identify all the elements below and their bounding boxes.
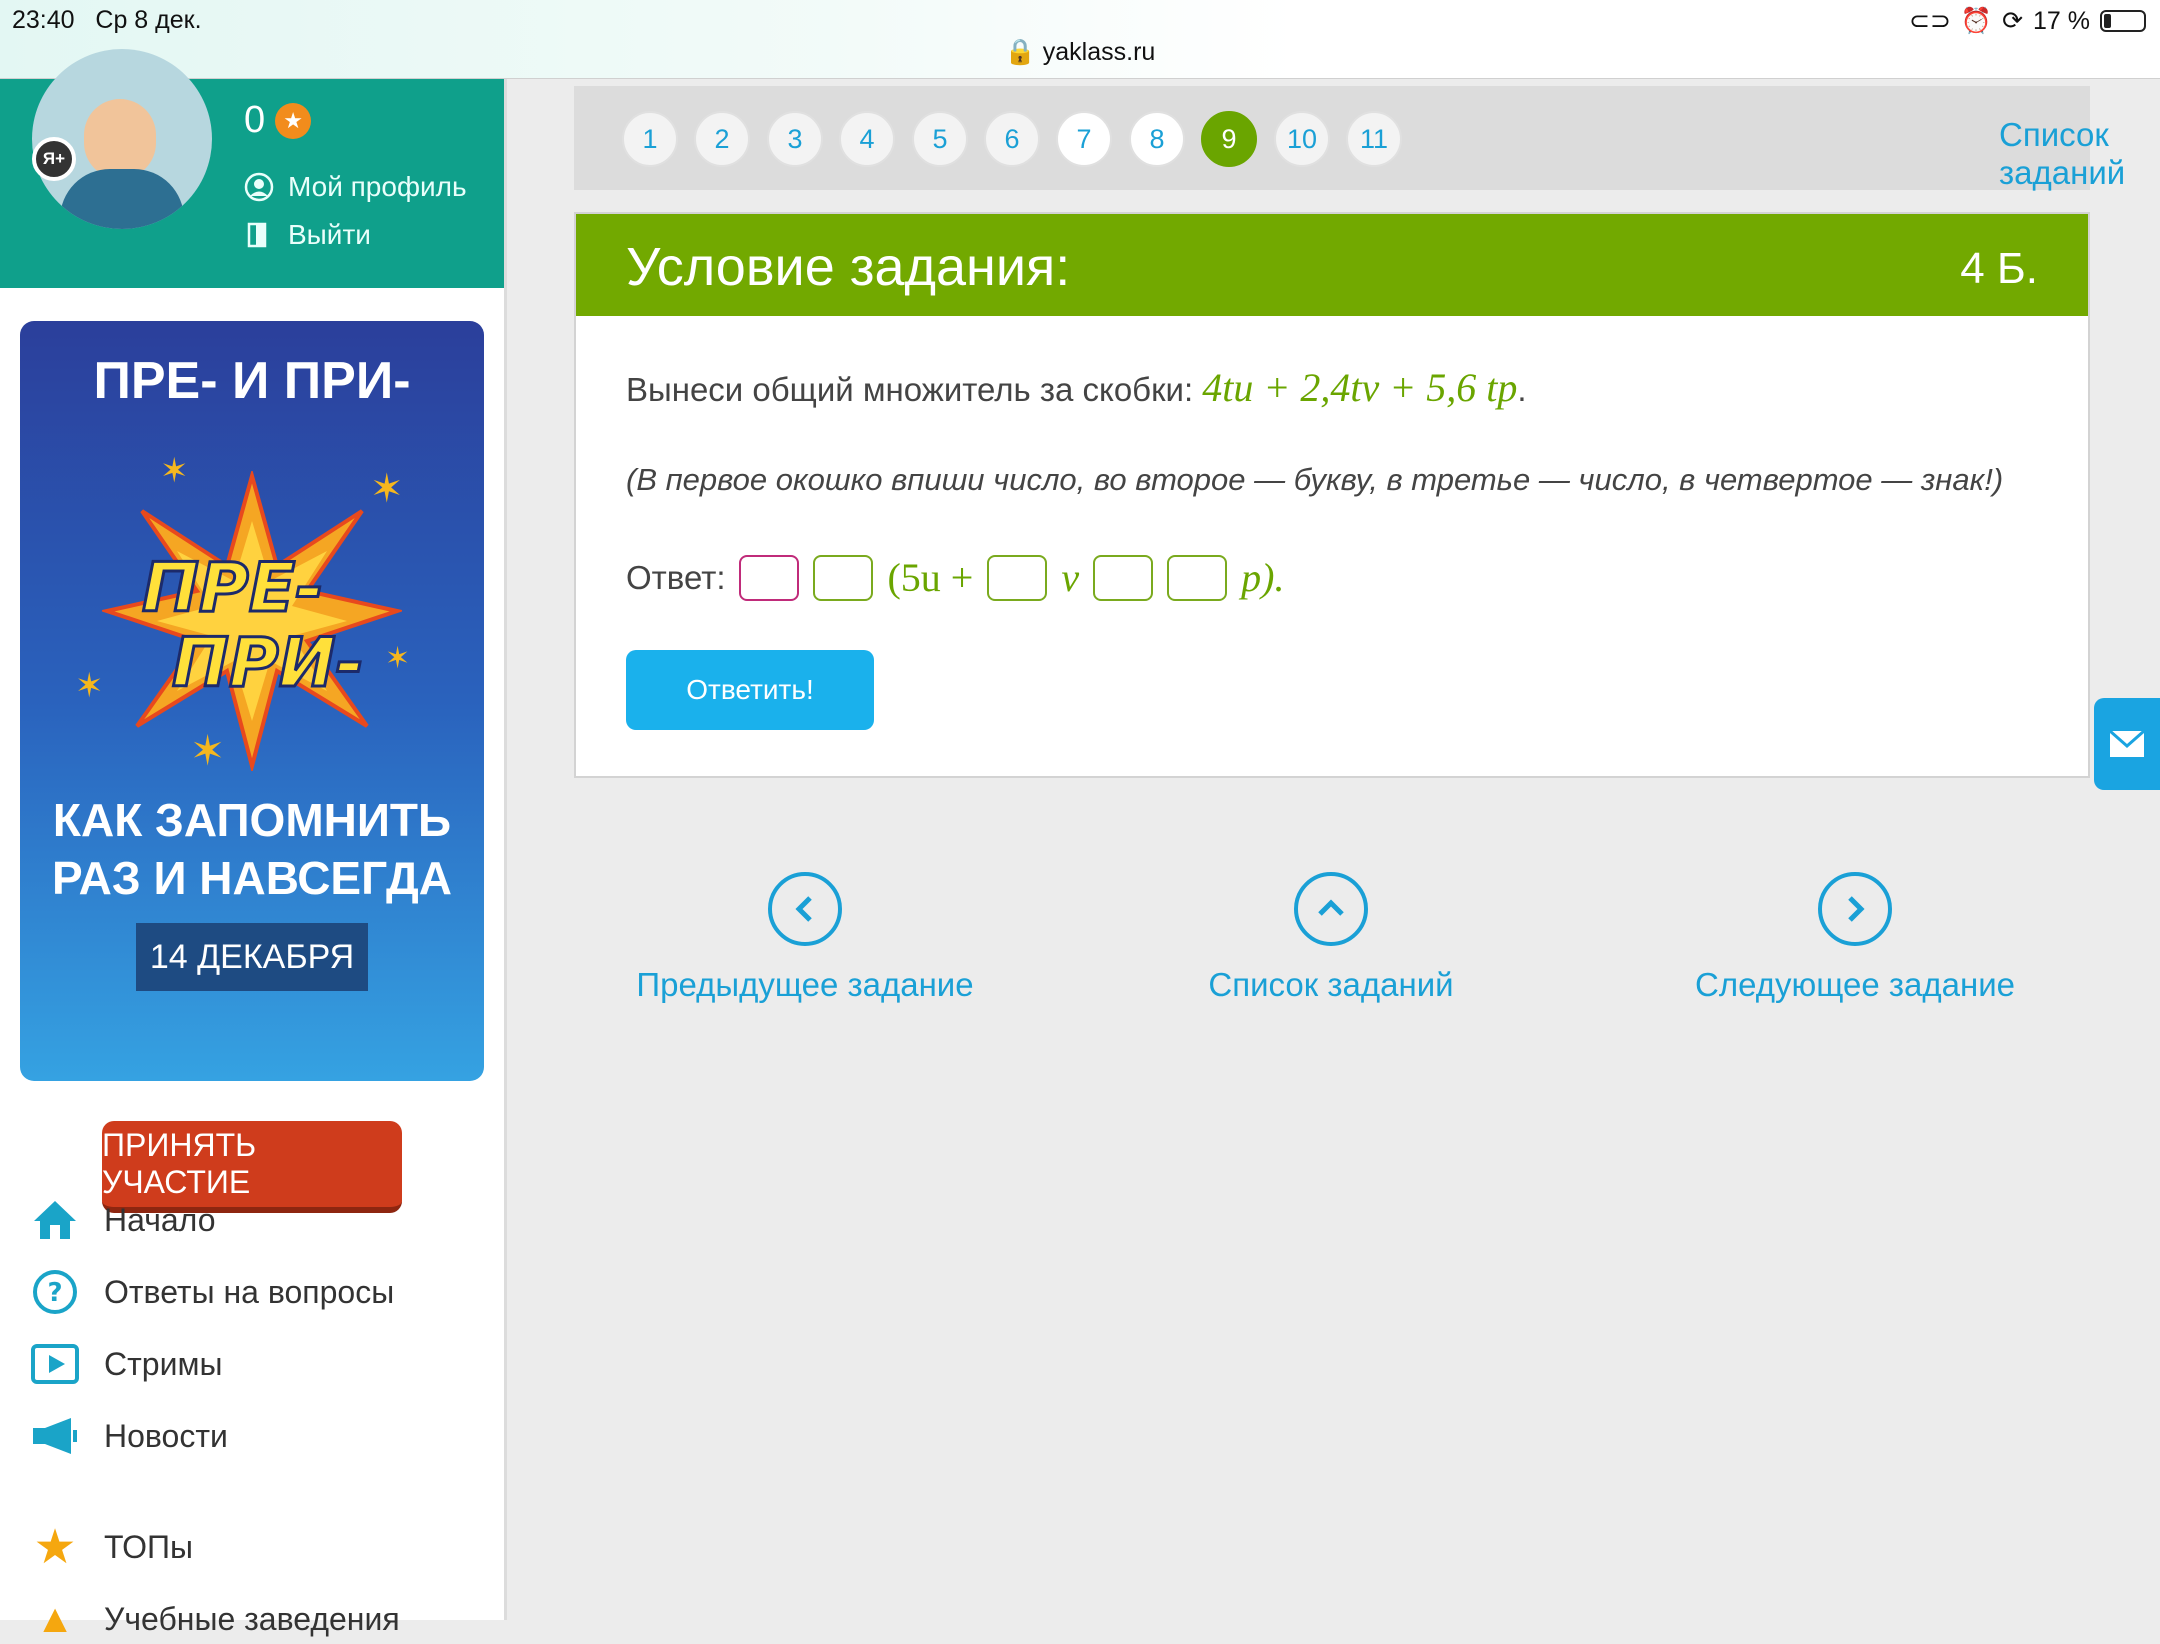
nav-item-home[interactable]: Начало [30, 1195, 216, 1245]
comic-burst-graphic: ПРЕ- ПРИ- [102, 471, 402, 771]
task-score: 4 Б. [1960, 244, 2038, 293]
status-icons: ⊂⊃ ⏰ ⟳ 17 % [1909, 6, 2146, 36]
nav-item-streams[interactable]: Стримы [30, 1339, 222, 1389]
star-decoration-icon: ✶ [75, 667, 104, 705]
ya-plus-badge: Я+ [32, 137, 76, 181]
nav-item-schools[interactable]: ▲ Учебные заведения [30, 1594, 399, 1644]
address-bar[interactable]: 🔒 yaklass.ru [0, 38, 2160, 67]
task-card: Условие задания: 4 Б. Вынеси общий множи… [574, 212, 2090, 778]
url-text: yaklass.ru [1042, 38, 1156, 66]
banner-subtitle: КАК ЗАПОМНИТЬ РАЗ И НАВСЕГДА [51, 794, 453, 904]
star-decoration-icon: ✶ [160, 452, 189, 490]
battery-percent: 17 % [2033, 6, 2090, 35]
answer-expression-part2: v [1061, 555, 1080, 600]
task-list-link[interactable]: Список заданий [1999, 116, 2125, 192]
answer-input-5[interactable] [1167, 554, 1228, 601]
banner-title: ПРЕ- И ПРИ- [93, 352, 411, 410]
answer-expression-part3: p). [1241, 555, 1285, 600]
page-button-9[interactable]: 9 [1201, 111, 1257, 167]
home-icon [30, 1195, 80, 1245]
next-task-link[interactable]: Следующее задание [1670, 872, 2040, 1004]
page-button-2[interactable]: 2 [694, 111, 750, 167]
page-button-4[interactable]: 4 [839, 111, 895, 167]
status-time: 23:40 Ср 8 дек. [12, 6, 202, 34]
burst-text-pri: ПРИ- [172, 624, 364, 703]
battery-icon [2100, 10, 2146, 32]
promo-banner[interactable]: ПРЕ- И ПРИ- ПРЕ- ПРИ- ✶ ✶ ✶ ✶ ✶ КАК ЗАПО… [20, 321, 484, 1081]
megaphone-icon [30, 1411, 80, 1461]
profile-panel: Я+ 0 ★ Мой профиль Выйти [0, 49, 504, 288]
answer-input-2[interactable] [813, 554, 874, 601]
door-icon [244, 220, 274, 250]
feedback-tab[interactable] [2094, 698, 2160, 790]
my-profile-link[interactable]: Мой профиль [244, 171, 467, 203]
task-question: Вынеси общий множитель за скобки: 4tu + … [626, 365, 1527, 410]
page-button-7[interactable]: 7 [1056, 111, 1112, 167]
banner-date: 14 ДЕКАБРЯ [136, 923, 368, 991]
chevron-up-icon [1294, 872, 1368, 946]
nav-item-tops[interactable]: ★ ТОПы [30, 1521, 193, 1574]
link-icon: ⊂⊃ [1909, 7, 1951, 35]
play-icon [30, 1339, 80, 1389]
answer-input-4[interactable] [1093, 554, 1154, 601]
page-button-5[interactable]: 5 [912, 111, 968, 167]
sidebar: Я+ 0 ★ Мой профиль Выйти ПРЕ- И ПРИ- ПРЕ… [0, 49, 507, 1641]
rotation-lock-icon: ⟳ [2002, 7, 2024, 35]
prev-task-link[interactable]: Предыдущее задание [620, 872, 990, 1004]
task-hint: (В первое окошко впиши число, во второе … [626, 462, 2004, 497]
nav-item-answers[interactable]: ? Ответы на вопросы [30, 1267, 394, 1317]
user-circle-icon [244, 172, 274, 202]
logout-link[interactable]: Выйти [244, 219, 371, 251]
task-header: Условие задания: 4 Б. [576, 214, 2088, 316]
page-button-1[interactable]: 1 [622, 111, 678, 167]
task-expression: 4tu + 2,4tv + 5,6 tp [1202, 365, 1518, 410]
answer-input-1[interactable] [739, 554, 800, 601]
page-button-3[interactable]: 3 [767, 111, 823, 167]
page-button-11[interactable]: 11 [1346, 111, 1402, 167]
page-button-6[interactable]: 6 [984, 111, 1040, 167]
task-title: Условие задания: [626, 237, 1071, 297]
school-icon: ▲ [35, 1596, 75, 1641]
star-decoration-icon: ✶ [385, 642, 411, 675]
task-list-bottom-link[interactable]: Список заданий [1146, 872, 1516, 1004]
chevron-left-icon [768, 872, 842, 946]
star-coin-icon: ★ [275, 102, 312, 139]
page-button-8[interactable]: 8 [1129, 111, 1185, 167]
answer-row: Ответ: (5u + v p). [626, 554, 1284, 601]
chevron-right-icon [1818, 872, 1892, 946]
submit-answer-button[interactable]: Ответить! [626, 650, 874, 730]
svg-text:?: ? [47, 1278, 62, 1308]
star-decoration-icon: ✶ [190, 727, 226, 774]
burst-text-pre: ПРЕ- [142, 549, 323, 628]
answer-expression-part1: (5u + [887, 555, 974, 600]
star-decoration-icon: ✶ [370, 467, 404, 511]
nav-item-news[interactable]: Новости [30, 1411, 228, 1461]
points-counter: 0 ★ [244, 99, 312, 142]
page-button-10[interactable]: 10 [1274, 111, 1330, 167]
answer-label: Ответ: [626, 558, 726, 596]
lock-icon: 🔒 [1004, 38, 1036, 66]
status-bar: 23:40 Ср 8 дек. 🔒 yaklass.ru ⊂⊃ ⏰ ⟳ 17 % [0, 0, 2160, 79]
question-icon: ? [30, 1267, 80, 1317]
star-icon: ★ [33, 1521, 77, 1574]
task-pager: 1 2 3 4 5 6 7 8 9 10 11 Список заданий [574, 86, 2125, 191]
alarm-icon: ⏰ [1960, 6, 1993, 35]
answer-input-3[interactable] [987, 554, 1048, 601]
envelope-icon [2109, 730, 2145, 757]
